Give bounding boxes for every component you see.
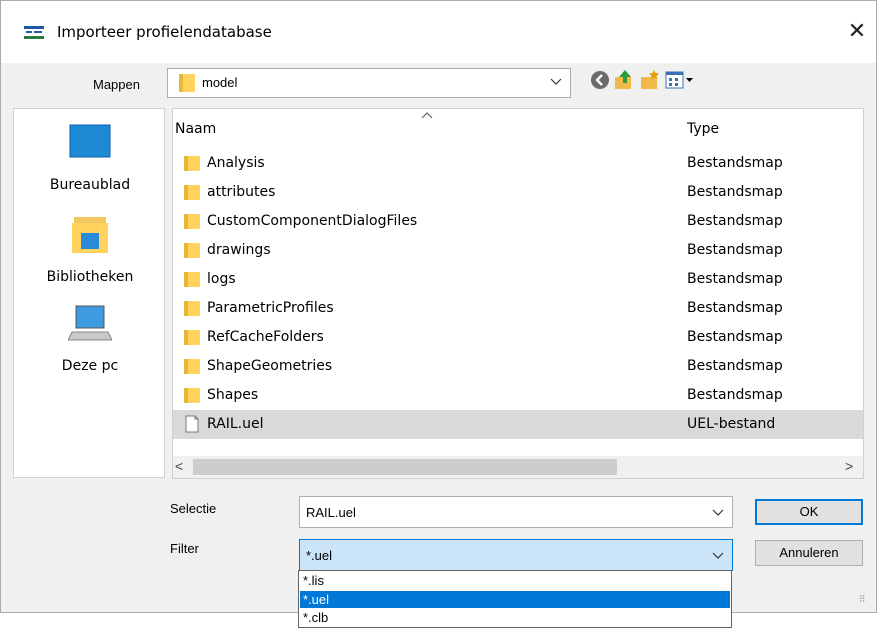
place-label-libraries: Bibliotheken [46,269,134,285]
places-bar: Bureaublad Bibliotheken Deze pc [13,108,165,478]
horizontal-scrollbar[interactable]: < > [173,456,863,478]
current-folder-name: model [202,75,238,90]
file-list[interactable]: Naam Type Analysis Bestandsmap attributes B… [172,108,864,479]
chevron-down-icon [712,509,724,516]
import-dialog: Importeer profielendatabase ✕ Mappen mod… [0,0,877,613]
file-type: Bestandsmap [687,213,783,229]
sort-ascending-icon [421,112,433,119]
file-row[interactable]: RefCacheFolders Bestandsmap [173,323,863,352]
file-row[interactable]: ParametricProfiles Bestandsmap [173,294,863,323]
folder-icon [184,272,200,287]
file-name: ParametricProfiles [207,300,334,316]
filter-option[interactable]: *.clb [300,609,730,626]
file-type: Bestandsmap [687,300,783,316]
file-type: Bestandsmap [687,242,783,258]
selectie-combo[interactable]: RAIL.uel [299,496,733,528]
close-icon: ✕ [847,19,867,44]
up-folder-icon[interactable] [613,69,635,91]
file-name: RAIL.uel [207,416,264,432]
new-folder-icon[interactable] [639,69,661,91]
ok-button[interactable]: OK [755,499,863,525]
computer-icon [68,305,112,341]
folder-icon [184,243,200,258]
mappen-label: Mappen [93,77,140,92]
folder-icon [184,359,200,374]
file-name: Analysis [207,155,265,171]
scrollbar-thumb[interactable] [193,459,617,475]
selectie-value: RAIL.uel [306,505,356,520]
scroll-right-arrow[interactable]: > [845,458,853,474]
file-name: attributes [207,184,276,200]
column-header-type[interactable]: Type [687,121,719,137]
filter-dropdown-list: *.lis *.uel *.clb [298,570,732,628]
filter-value: *.uel [306,548,333,563]
column-header-name[interactable]: Naam [175,121,216,137]
place-libraries[interactable]: Bibliotheken [14,215,166,285]
file-row[interactable]: Shapes Bestandsmap [173,381,863,410]
place-label-this-pc: Deze pc [61,358,119,374]
file-row[interactable]: ShapeGeometries Bestandsmap [173,352,863,381]
file-type: Bestandsmap [687,358,783,374]
file-type: Bestandsmap [687,184,783,200]
folder-combo[interactable]: model [167,68,571,98]
title-bar: Importeer profielendatabase ✕ [1,1,876,63]
file-type: Bestandsmap [687,329,783,345]
file-type: Bestandsmap [687,387,783,403]
file-type: UEL-bestand [687,416,776,432]
file-type: Bestandsmap [687,155,783,171]
place-label-desktop: Bureaublad [49,177,131,193]
chevron-down-icon [550,78,562,85]
file-name: CustomComponentDialogFiles [207,213,418,229]
place-desktop[interactable]: Bureaublad [14,123,166,193]
file-row[interactable]: RAIL.uel UEL-bestand [173,410,863,439]
resize-grip-icon[interactable]: ⠿ [859,594,866,605]
folder-icon [184,330,200,345]
scroll-left-arrow[interactable]: < [175,458,183,474]
folder-icon [184,301,200,316]
folder-icon [184,185,200,200]
file-row[interactable]: attributes Bestandsmap [173,178,863,207]
file-name: logs [207,271,236,287]
app-icon [24,26,44,39]
filter-combo[interactable]: *.uel [299,539,733,571]
chevron-down-icon [712,552,724,559]
file-icon [185,415,199,433]
folder-icon [184,388,200,403]
filter-option[interactable]: *.lis [300,572,730,589]
file-name: Shapes [207,387,259,403]
file-name: drawings [207,242,271,258]
selectie-label: Selectie [170,501,217,516]
view-menu-icon[interactable] [665,69,695,91]
desktop-icon [69,124,111,158]
filter-label: Filter [170,541,199,556]
dialog-title: Importeer profielendatabase [57,23,272,41]
file-name: ShapeGeometries [207,358,333,374]
file-row[interactable]: Analysis Bestandsmap [173,149,863,178]
filter-option-selected[interactable]: *.uel [300,591,730,608]
file-name: RefCacheFolders [207,329,324,345]
back-icon[interactable] [589,69,611,91]
close-button[interactable]: ✕ [839,13,875,51]
place-this-pc[interactable]: Deze pc [14,304,166,374]
folder-icon [184,156,200,171]
folder-icon [179,74,195,92]
file-type: Bestandsmap [687,271,783,287]
file-row[interactable]: logs Bestandsmap [173,265,863,294]
cancel-button[interactable]: Annuleren [755,540,863,566]
libraries-icon [72,217,108,253]
file-row[interactable]: drawings Bestandsmap [173,236,863,265]
folder-icon [184,214,200,229]
file-row[interactable]: CustomComponentDialogFiles Bestandsmap [173,207,863,236]
